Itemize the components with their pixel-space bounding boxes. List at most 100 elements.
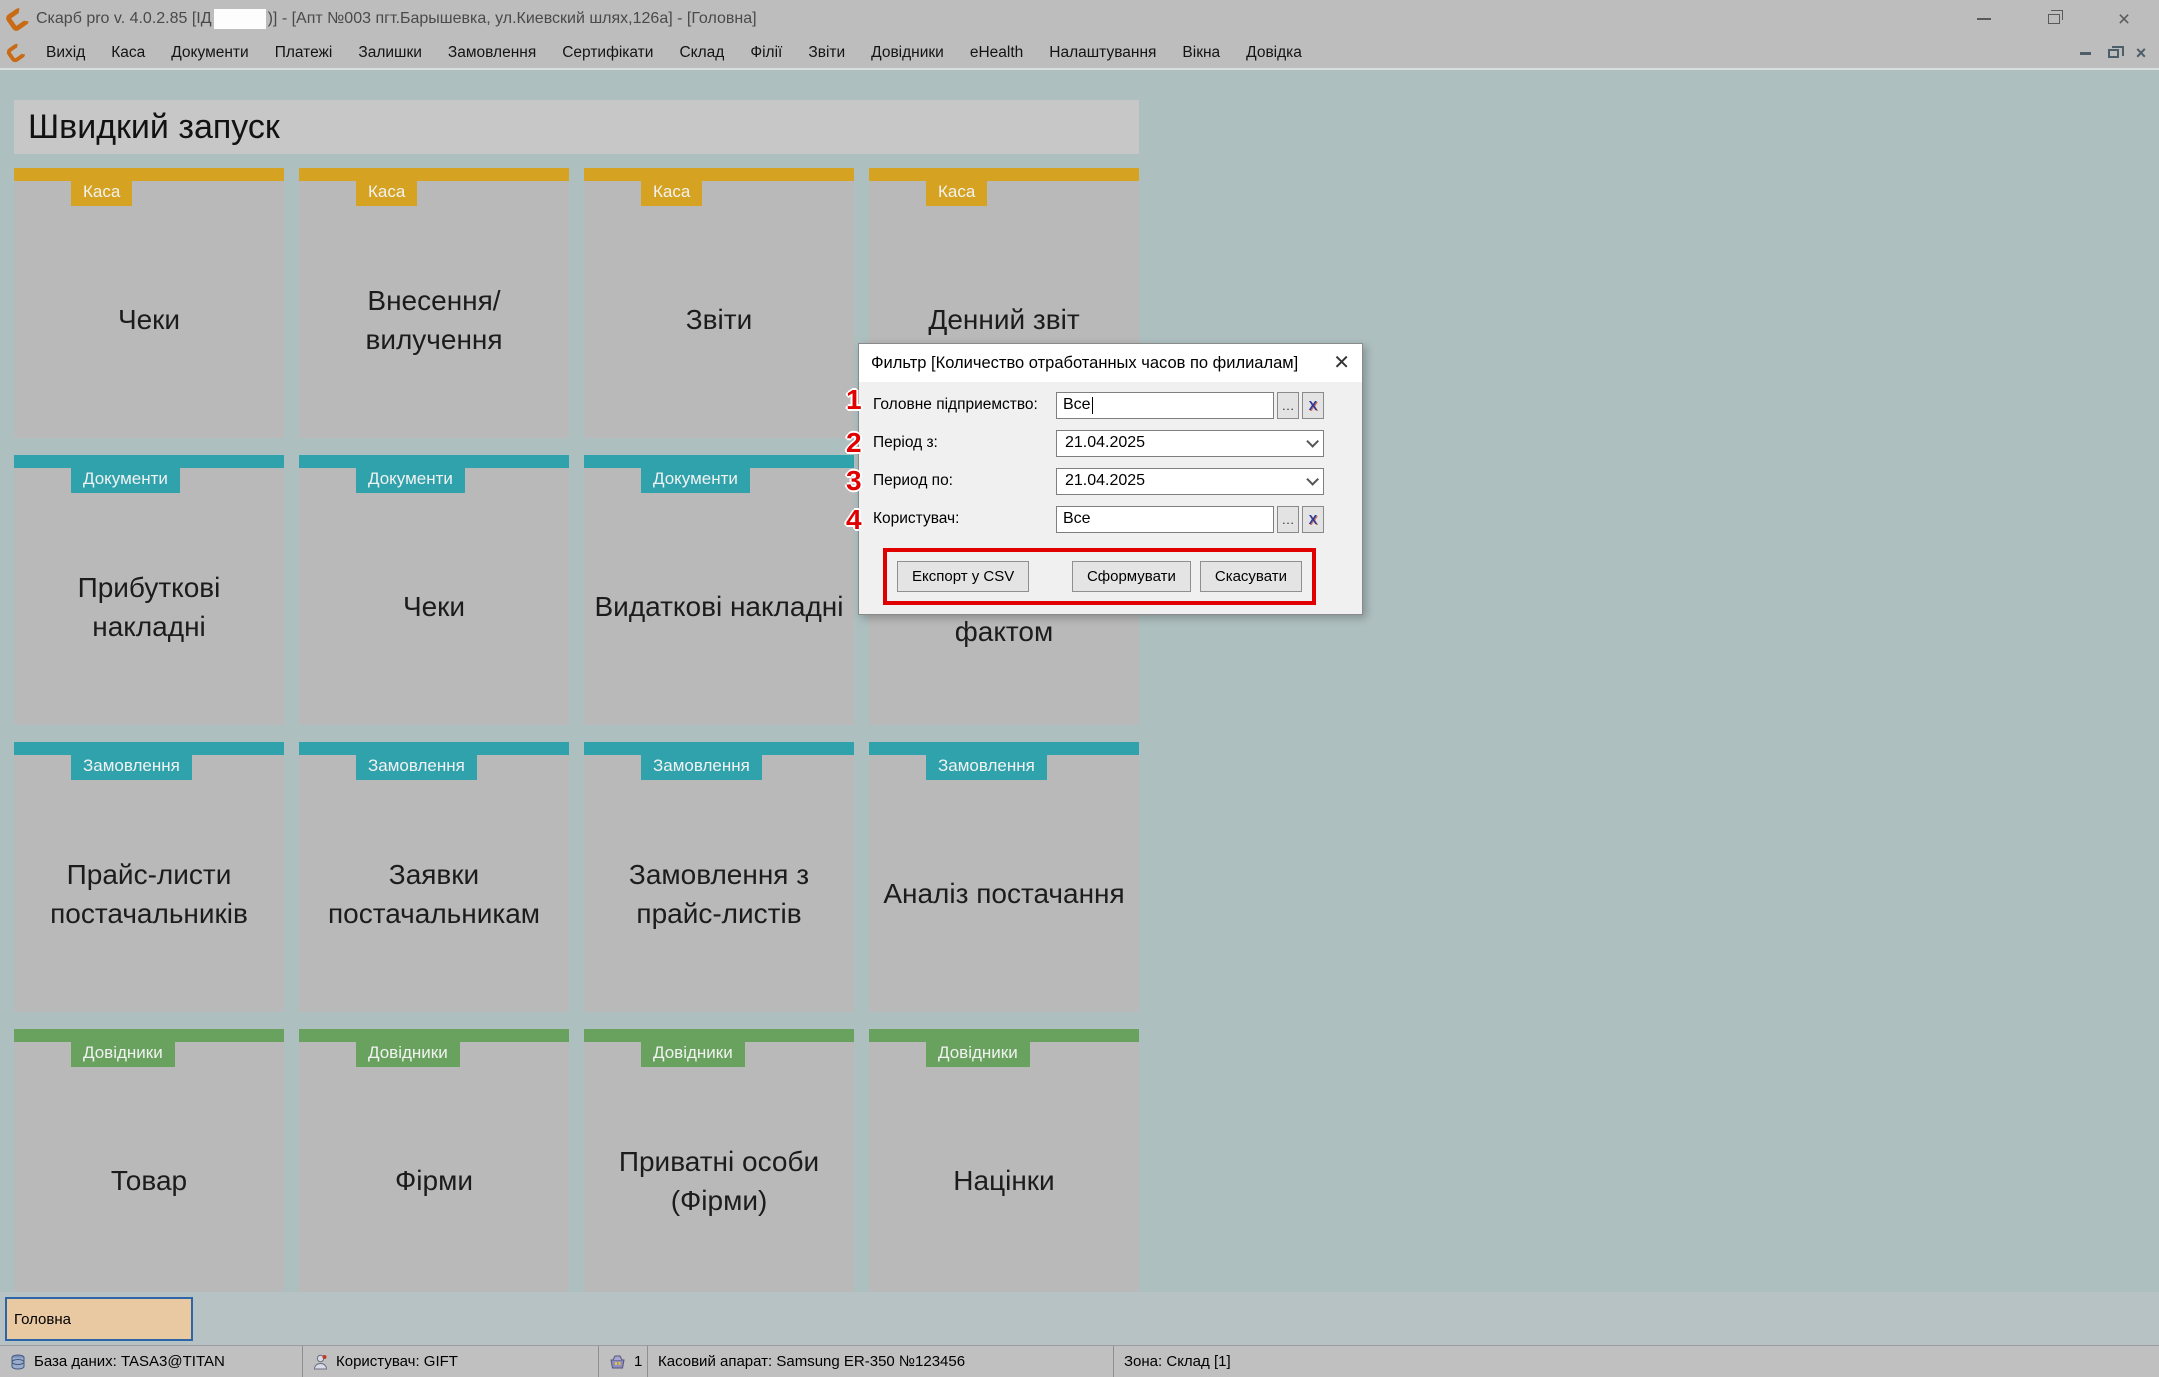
tile-category-badge: Довідники: [926, 1029, 1030, 1067]
tab-holovna[interactable]: Головна: [5, 1297, 193, 1341]
menu-certificates[interactable]: Сертифікати: [549, 37, 666, 69]
mdi-minimize-button[interactable]: [2071, 41, 2099, 65]
tile-category-badge: Каса: [926, 168, 987, 206]
tile-category-badge: Замовлення: [926, 742, 1047, 780]
close-icon: ×: [2118, 9, 2130, 30]
tile-label: Заявки постачальникам: [305, 786, 563, 1002]
tile-cheky-dokumenty[interactable]: Документи Чеки: [299, 455, 569, 725]
quick-launch-grid: Каса Чеки Каса Внесення/вилучення Каса З…: [14, 168, 1139, 1299]
mdi-minimize-icon: [2080, 52, 2091, 55]
menu-warehouse[interactable]: Склад: [666, 37, 737, 69]
export-csv-button[interactable]: Експорт у CSV: [897, 561, 1029, 592]
tile-category-label: Замовлення: [938, 756, 1035, 780]
annotation-number-1: 1: [846, 384, 862, 416]
tile-zvity[interactable]: Каса Звіти: [584, 168, 854, 438]
tile-category-label: Каса: [83, 182, 120, 206]
tile-natsinky[interactable]: Довідники Націнки: [869, 1029, 1139, 1299]
period-from-dropdown[interactable]: 21.04.2025: [1056, 430, 1324, 457]
window-title: Скарб pro v. 4.0.2.85 [ІД)] - [Апт №003 …: [36, 9, 757, 29]
user-input[interactable]: Все: [1056, 506, 1274, 533]
period-to-label: Период по:: [873, 472, 1056, 490]
tile-category-label: Документи: [653, 469, 738, 493]
tile-category-label: Замовлення: [368, 756, 465, 780]
quick-launch-header: Швидкий запуск: [14, 100, 1139, 154]
menu-directories[interactable]: Довідники: [858, 37, 957, 69]
field-row-main-enterprise: Головне підприемство: Все … X: [873, 390, 1324, 420]
tile-tovar[interactable]: Довідники Товар: [14, 1029, 284, 1299]
main-enterprise-value: Все: [1063, 396, 1091, 414]
mdi-restore-icon: [2108, 49, 2119, 58]
tile-color-bar: [584, 168, 854, 181]
menu-help[interactable]: Довідка: [1233, 37, 1315, 69]
tile-category-label: Довідники: [938, 1043, 1018, 1067]
tab-row: Головна: [0, 1292, 2159, 1345]
main-enterprise-input[interactable]: Все: [1056, 392, 1274, 419]
tile-category-badge: Документи: [71, 455, 180, 493]
period-to-dropdown[interactable]: 21.04.2025: [1056, 468, 1324, 495]
cancel-button[interactable]: Скасувати: [1200, 561, 1302, 592]
text-caret: [1092, 397, 1093, 414]
main-enterprise-browse-button[interactable]: …: [1277, 392, 1299, 419]
status-database-text: База даних: TASA3@TITAN: [34, 1353, 225, 1370]
status-cash-device: Касовий апарат: Samsung ER-350 №123456: [647, 1346, 1113, 1377]
tile-vnesennya-vyluchennya[interactable]: Каса Внесення/вилучення: [299, 168, 569, 438]
tile-category-label: Каса: [653, 182, 690, 206]
tile-cheky-kasa[interactable]: Каса Чеки: [14, 168, 284, 438]
minimize-button[interactable]: [1949, 0, 2019, 38]
dialog-close-button[interactable]: ✕: [1333, 353, 1350, 373]
menu-settings[interactable]: Налаштування: [1036, 37, 1169, 69]
tile-analiz-postachannya[interactable]: Замовлення Аналіз постачання: [869, 742, 1139, 1012]
mdi-restore-button[interactable]: [2099, 41, 2127, 65]
database-icon: [10, 1354, 26, 1370]
tile-category-badge: Замовлення: [356, 742, 477, 780]
filter-dialog-titlebar[interactable]: Фильтр [Количество отработанных часов по…: [859, 344, 1362, 382]
tile-category-badge: Замовлення: [641, 742, 762, 780]
annotation-number-4: 4: [846, 504, 862, 536]
menu-bar: Вихід Каса Документи Платежі Залишки Зам…: [0, 38, 2159, 70]
tile-label: Приватні особи (Фірми): [590, 1073, 848, 1289]
tile-zayavky-postachalnykam[interactable]: Замовлення Заявки постачальникам: [299, 742, 569, 1012]
annotation-number-2: 2: [846, 427, 862, 459]
app-icon: [4, 6, 30, 32]
highlight-rectangle: Експорт у CSV Сформувати Скасувати: [883, 548, 1316, 605]
status-register-count: 1: [598, 1346, 647, 1377]
menu-exit[interactable]: Вихід: [33, 37, 98, 69]
tile-category-label: Каса: [938, 182, 975, 206]
menu-windows[interactable]: Вікна: [1169, 37, 1233, 69]
generate-button[interactable]: Сформувати: [1072, 561, 1191, 592]
tile-firmy[interactable]: Довідники Фірми: [299, 1029, 569, 1299]
tile-label: Прибуткові накладні: [20, 499, 278, 715]
menu-ehealth[interactable]: eHealth: [957, 37, 1036, 69]
menu-reports[interactable]: Звіти: [795, 37, 858, 69]
user-clear-button[interactable]: X: [1302, 506, 1324, 533]
menu-payments[interactable]: Платежі: [262, 37, 346, 69]
menu-stocks[interactable]: Залишки: [345, 37, 435, 69]
tile-label: Чеки: [305, 499, 563, 715]
tile-label: Внесення/вилучення: [305, 212, 563, 428]
mdi-close-button[interactable]: ×: [2127, 41, 2155, 65]
tile-prybutkovi-nakladni[interactable]: Документи Прибуткові накладні: [14, 455, 284, 725]
tile-vydatkovi-nakladni[interactable]: Документи Видаткові накладні: [584, 455, 854, 725]
close-button[interactable]: ×: [2089, 0, 2159, 38]
main-enterprise-clear-button[interactable]: X: [1302, 392, 1324, 419]
tile-label: Звіти: [590, 212, 848, 428]
annotation-number-3: 3: [846, 465, 862, 497]
menu-orders[interactable]: Замовлення: [435, 37, 549, 69]
tile-zamovlennya-z-price-lystiv[interactable]: Замовлення Замовлення з прайс-листів: [584, 742, 854, 1012]
status-database: База даних: TASA3@TITAN: [0, 1346, 302, 1377]
menu-documents[interactable]: Документи: [158, 37, 261, 69]
tile-label: Товар: [20, 1073, 278, 1289]
menu-kasa[interactable]: Каса: [98, 37, 158, 69]
menu-branches[interactable]: Філії: [737, 37, 795, 69]
tile-price-lists-postachalnykiv[interactable]: Замовлення Прайс-листи постачальників: [14, 742, 284, 1012]
mdi-close-icon: ×: [2136, 43, 2147, 64]
status-register-count-text: 1: [634, 1353, 642, 1370]
tile-label: Фірми: [305, 1073, 563, 1289]
status-user-text: Користувач: GIFT: [336, 1353, 458, 1370]
status-zone-text: Зона: Склад [1]: [1124, 1353, 1231, 1370]
user-browse-button[interactable]: …: [1277, 506, 1299, 533]
restore-button[interactable]: [2019, 0, 2089, 38]
tile-pryvatni-osoby[interactable]: Довідники Приватні особи (Фірми): [584, 1029, 854, 1299]
tile-label: Чеки: [20, 212, 278, 428]
tile-label: Націнки: [875, 1073, 1133, 1289]
